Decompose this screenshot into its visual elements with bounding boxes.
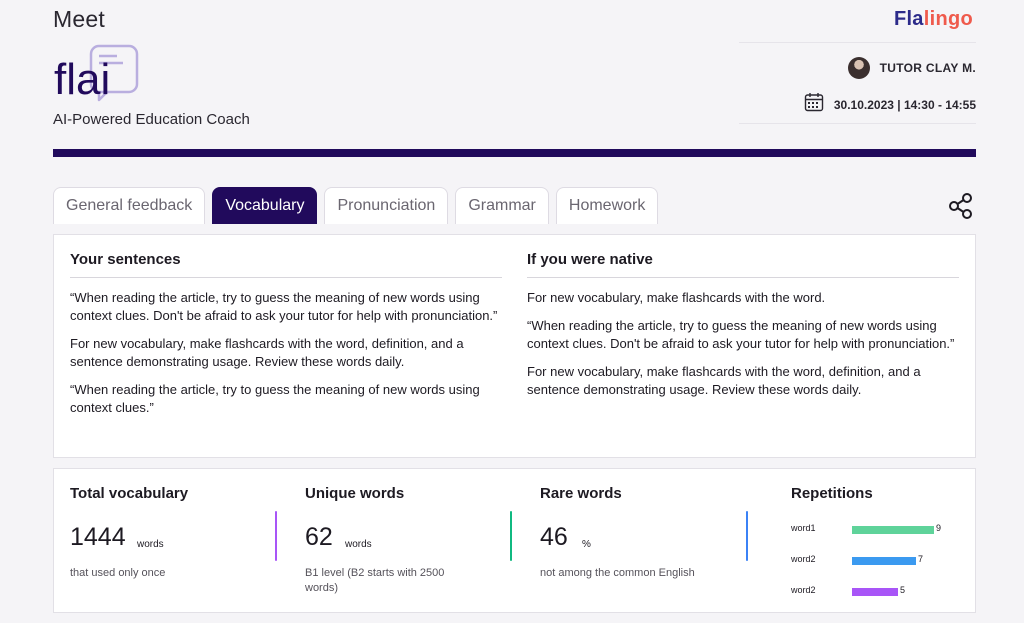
stat-note: that used only once [70, 567, 166, 579]
page-title: Meet [53, 6, 105, 32]
brand-logo: Flalingo [894, 8, 973, 31]
session-date: 30.10.2023 | 14:30 - 14:55 [804, 92, 976, 117]
stat-divider-green [510, 511, 512, 561]
session-meta: TUTOR CLAY M. 30.10.2023 | 14:30 - 14:55 [739, 42, 976, 124]
tutor-info: TUTOR CLAY M. [847, 57, 976, 79]
tutor-name: TUTOR CLAY M. [879, 61, 976, 75]
repetitions-chart: Repetitions word1 9 word2 7 word2 5 [791, 469, 971, 609]
brand-part1: Fla [893, 8, 924, 30]
session-datetime: 30.10.2023 | 14:30 - 14:55 [833, 97, 976, 112]
tab-bar: General feedback Vocabulary Pronunciatio… [53, 187, 659, 224]
vocabulary-stats: Total vocabulary 1444 words that used on… [53, 468, 976, 613]
repetition-bar [852, 588, 898, 596]
your-sentences-title: Your sentences [70, 251, 502, 278]
your-sentences-column: Your sentences “When reading the article… [70, 235, 502, 417]
sentence-text: For new vocabulary, make flashcards with… [527, 364, 921, 397]
repetition-label: word1 [791, 523, 816, 533]
repetition-bar [852, 557, 916, 565]
native-sentences-column: If you were native For new vocabulary, m… [527, 235, 959, 399]
stat-value: 62 [305, 523, 333, 551]
repetitions-title: Repetitions [791, 485, 873, 502]
stat-unit: words [345, 539, 372, 550]
repetition-row: word1 9 [791, 523, 971, 537]
stat-title: Unique words [305, 485, 405, 502]
sentence-text: “When reading the article, try to guess … [70, 382, 480, 415]
avatar [847, 57, 870, 79]
flai-logo: flai [53, 44, 143, 104]
header-divider [53, 149, 976, 157]
stat-title: Total vocabulary [70, 485, 189, 502]
tab-general-feedback[interactable]: General feedback [53, 187, 206, 224]
repetition-value: 5 [900, 585, 906, 595]
stat-unit: % [582, 539, 591, 550]
native-sentences-title: If you were native [527, 251, 959, 278]
repetition-value: 9 [936, 523, 942, 533]
repetition-label: word2 [791, 554, 816, 564]
page-header: Meet flai AI-Powered Education Coach Fla… [0, 0, 1024, 160]
repetition-label: word2 [791, 585, 816, 595]
sentence-text: For new vocabulary, make flashcards with… [70, 336, 464, 369]
logo-text: flai [54, 55, 110, 104]
stat-value: 1444 [70, 523, 126, 551]
sentences-panel: Your sentences “When reading the article… [53, 234, 976, 458]
repetition-value: 7 [918, 554, 924, 564]
stat-unit: words [137, 539, 164, 550]
stat-title: Rare words [540, 485, 622, 502]
tab-homework[interactable]: Homework [555, 187, 659, 224]
stat-divider-blue [746, 511, 748, 561]
calendar-icon [804, 92, 824, 117]
tab-grammar[interactable]: Grammar [455, 187, 549, 224]
brand-part2: lingo [923, 8, 973, 30]
repetition-bar [852, 526, 934, 534]
stat-value: 46 [540, 523, 568, 551]
tab-pronunciation[interactable]: Pronunciation [324, 187, 449, 224]
stat-note: not among the common English [540, 567, 695, 579]
share-icon[interactable] [946, 191, 976, 221]
tab-vocabulary[interactable]: Vocabulary [212, 187, 318, 224]
repetition-row: word2 7 [791, 554, 971, 568]
sentence-text: “When reading the article, try to guess … [70, 290, 498, 323]
tagline: AI-Powered Education Coach [53, 111, 250, 128]
sentence-text: For new vocabulary, make flashcards with… [527, 290, 826, 305]
stat-divider-purple [275, 511, 277, 561]
repetition-row: word2 5 [791, 585, 971, 599]
sentence-text: “When reading the article, try to guess … [527, 318, 955, 351]
stat-note: B1 level (B2 starts with 2500 words) [305, 567, 445, 594]
